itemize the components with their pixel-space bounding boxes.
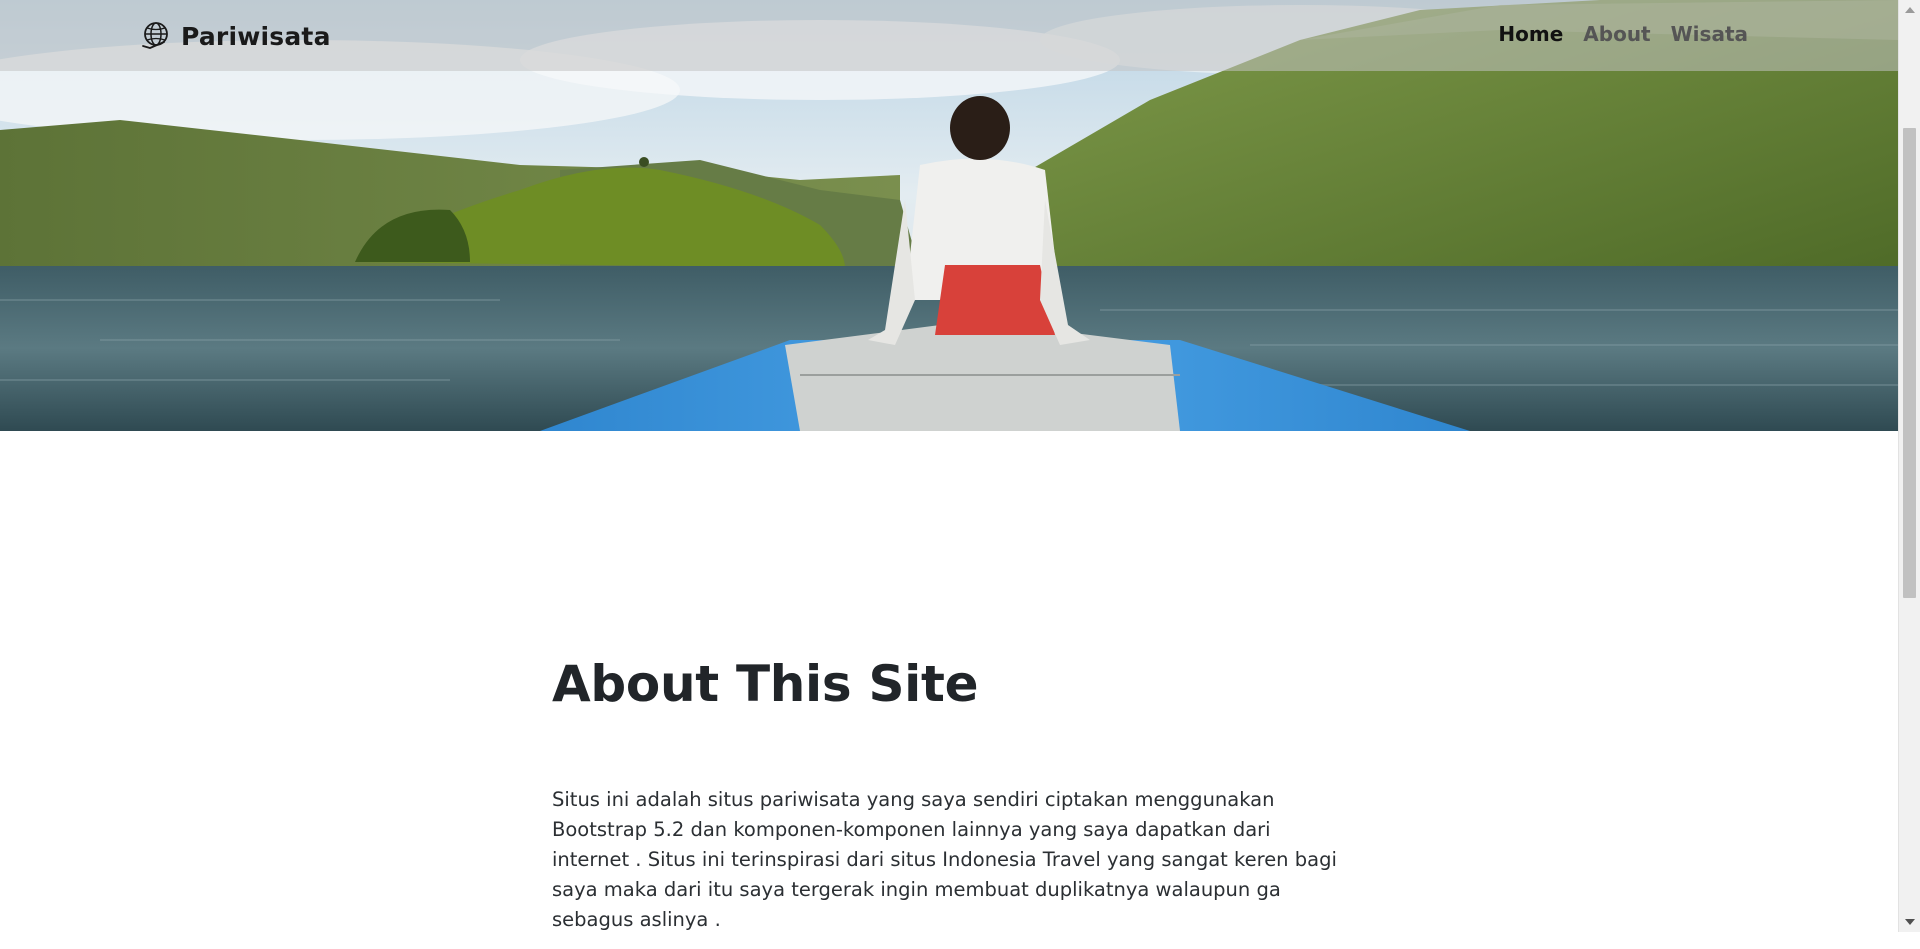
scroll-up-icon[interactable] bbox=[1905, 7, 1915, 13]
page-scrollbar[interactable] bbox=[1898, 0, 1920, 932]
nav-link-wisata[interactable]: Wisata bbox=[1671, 22, 1748, 46]
about-paragraph: Situs ini adalah situs pariwisata yang s… bbox=[552, 788, 1337, 931]
globe-icon bbox=[142, 22, 168, 49]
scrollbar-thumb[interactable] bbox=[1903, 128, 1916, 598]
top-navbar: Pariwisata Home About Wisata bbox=[0, 0, 1898, 71]
scroll-down-icon[interactable] bbox=[1905, 919, 1915, 925]
brand-logo-link[interactable]: Pariwisata bbox=[140, 16, 331, 56]
nav-link-about[interactable]: About bbox=[1583, 22, 1650, 46]
brand-name: Pariwisata bbox=[181, 21, 331, 51]
about-text: Situs ini adalah situs pariwisata yang s… bbox=[552, 785, 1342, 949]
nav-links: Home About Wisata bbox=[1498, 22, 1748, 46]
about-title: About This Site bbox=[552, 655, 979, 713]
about-section: About This Site Situs ini adalah situs p… bbox=[552, 655, 1342, 931]
nav-link-home[interactable]: Home bbox=[1498, 22, 1563, 46]
